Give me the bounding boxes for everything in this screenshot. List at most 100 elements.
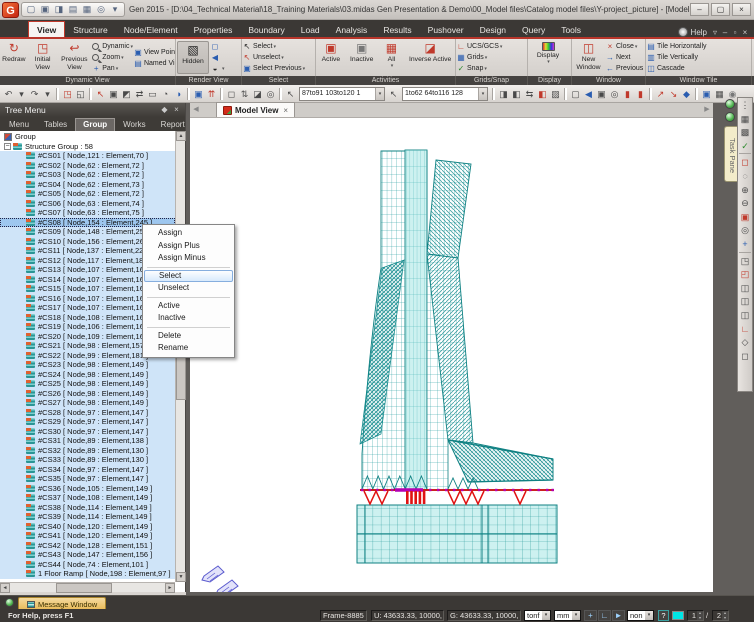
tree-tab[interactable]: Report — [154, 119, 192, 131]
ribbon-tab[interactable]: Load — [293, 22, 328, 37]
context-menu-item[interactable]: Select — [144, 270, 233, 283]
minimize-button[interactable]: – — [690, 3, 709, 16]
zoom-toolbar-icon[interactable]: ✓ — [738, 140, 752, 154]
tree-item[interactable]: #CS39 [ Node,114 : Element,149 ] — [0, 512, 175, 522]
spin-down-icon[interactable]: ▾ — [722, 616, 728, 621]
quick-access-icon[interactable]: ▦ — [80, 4, 94, 15]
toolbar-icon[interactable]: ◎ — [264, 87, 277, 101]
length-unit-select[interactable]: mm ▾ — [554, 610, 581, 621]
cascade-button[interactable]: ◫Cascade — [646, 63, 750, 74]
tree-tab[interactable]: Tables — [37, 119, 74, 131]
tree-structure-group[interactable]: − Structure Group : 58 — [0, 142, 175, 152]
select-previous-button[interactable]: ▣Select Previous▾ — [242, 63, 314, 74]
zoom-toolbar-icon[interactable]: ◫ — [738, 295, 752, 309]
zoom-toolbar-icon[interactable]: ◻ — [738, 350, 752, 364]
tree-tab[interactable]: Works — [116, 119, 153, 131]
toolbar-icon[interactable]: ◧ — [510, 87, 523, 101]
toolbar-icon[interactable] — [220, 88, 223, 100]
ribbon-control-icon[interactable]: ▫ — [730, 28, 740, 37]
zoom-toolbar-icon[interactable]: ◫ — [738, 282, 752, 296]
tree-item[interactable]: #CS34 [ Node,97 : Element,147 ] — [0, 465, 175, 475]
status-help-button[interactable]: ? — [658, 610, 669, 621]
tree-item[interactable]: 1 Floor Ramp [ Node,198 : Element,97 ] — [0, 569, 175, 579]
collapse-icon[interactable]: − — [4, 143, 11, 150]
toolbar-icon[interactable]: ◎ — [608, 87, 621, 101]
context-menu-item[interactable]: Rename — [144, 342, 233, 355]
context-menu-item[interactable]: Unselect — [144, 282, 233, 295]
context-menu-item[interactable]: Assign — [144, 227, 233, 240]
close-window-button[interactable]: ×Close▾ — [605, 41, 645, 52]
tree-horizontal-scrollbar[interactable]: ◄ ► — [0, 582, 175, 592]
toolbar-icon[interactable]: ◔ — [159, 87, 172, 101]
ribbon-tab[interactable]: Results — [375, 22, 419, 37]
quick-access-icon[interactable]: ▤ — [66, 4, 80, 15]
zoom-toolbar-icon[interactable]: + — [738, 238, 752, 252]
pin-icon[interactable]: ◆ — [160, 103, 169, 117]
tab-close-icon[interactable]: × — [283, 106, 288, 115]
context-menu-item[interactable]: Active — [144, 300, 233, 313]
element-selection-combo[interactable]: 1to62 64to116 128 ▾ — [402, 87, 488, 101]
help-label[interactable]: Help — [691, 28, 707, 37]
toolbar-icon[interactable]: ↘ — [667, 87, 680, 101]
context-menu-item[interactable] — [144, 295, 233, 300]
tree-item[interactable]: #CS29 [ Node,97 : Element,147 ] — [0, 417, 175, 427]
zoom-toolbar-icon[interactable]: ∟ — [738, 323, 752, 337]
toolbar-icon[interactable]: ↖ — [94, 87, 107, 101]
toolbar-icon[interactable]: ▣ — [107, 87, 120, 101]
scroll-left-icon[interactable]: ◄ — [0, 583, 10, 593]
tree-tab[interactable]: Group — [75, 118, 115, 131]
context-menu-item[interactable]: Assign Minus — [144, 252, 233, 265]
previous-window-button[interactable]: ←Previous — [605, 63, 645, 74]
total-pages-spinner[interactable]: 2 ▴▾ — [712, 610, 729, 621]
ribbon-tab[interactable]: Structure — [65, 22, 116, 37]
context-menu-item[interactable] — [144, 325, 233, 330]
tree-item[interactable]: #CS33 [ Node,89 : Element,130 ] — [0, 455, 175, 465]
scrollbar-thumb[interactable] — [56, 583, 112, 593]
view-point-button[interactable]: ▣View Point▾ — [133, 47, 175, 58]
zoom-toolbar-icon[interactable]: ◫ — [738, 309, 752, 323]
toolbar-icon[interactable]: ◻ — [225, 87, 238, 101]
active-button[interactable]: ▣ Active — [316, 40, 346, 75]
zoom-toolbar-icon[interactable]: ◇ — [738, 336, 752, 350]
tree-item[interactable]: #CS41 [ Node,120 : Element,149 ] — [0, 531, 175, 541]
tree-item[interactable]: #CS37 [ Node,108 : Element,149 ] — [0, 493, 175, 503]
toolbar-icon[interactable]: ▾ — [15, 87, 28, 101]
toolbar-icon[interactable]: ▣ — [700, 87, 713, 101]
toolbar-icon[interactable]: ↶ — [2, 87, 15, 101]
zoom-toolbar-icon[interactable]: ▩ — [738, 126, 752, 140]
toolbar-icon[interactable]: ▣ — [192, 87, 205, 101]
zoom-toolbar-icon[interactable]: ◌ — [738, 170, 752, 184]
named-view-button[interactable]: ▤Named View — [133, 58, 175, 69]
toolbar-icon[interactable]: ◆ — [680, 87, 693, 101]
toolbar-icon[interactable]: ◩ — [120, 87, 133, 101]
tile-horizontally-button[interactable]: ▤Tile Horizontally — [646, 41, 750, 52]
toolbar-icon[interactable]: ⇆ — [523, 87, 536, 101]
hidden-button[interactable]: ▧ Hidden — [177, 41, 209, 74]
toolbar-icon[interactable]: ⇄ — [133, 87, 146, 101]
force-unit-select[interactable]: tonf ▾ — [524, 610, 551, 621]
zoom-toolbar-icon[interactable]: ⊖ — [738, 197, 752, 211]
quick-access-icon[interactable]: ▣ — [38, 4, 52, 15]
ribbon-tab[interactable]: Properties — [186, 22, 241, 37]
quick-access-icon[interactable]: ▾ — [108, 4, 122, 15]
tree-item[interactable]: #CS27 [ Node,98 : Element,149 ] — [0, 398, 175, 408]
gear-icon[interactable] — [678, 27, 688, 37]
toolbar-icon[interactable]: ◳ — [61, 87, 74, 101]
ribbon-tab[interactable]: Query — [514, 22, 553, 37]
toolbar-icon[interactable]: ▢ — [569, 87, 582, 101]
quick-access-icon[interactable]: ◎ — [94, 4, 108, 15]
toolbar-icon[interactable] — [56, 88, 59, 100]
snap-button[interactable]: ✓Snap▾ — [456, 63, 526, 74]
toolbar-icon[interactable] — [89, 88, 92, 100]
redraw-button[interactable]: ↻ Redraw — [0, 40, 28, 75]
tab-scroll-right-icon[interactable]: ▶ — [701, 103, 713, 117]
render-option-button[interactable]: ◒▾ — [210, 63, 238, 74]
zoom-toolbar-icon[interactable]: ⋮ — [738, 99, 752, 113]
tab-scroll-left-icon[interactable]: ◀ — [190, 103, 202, 117]
tree-item[interactable]: #CS02 [ Node,62 : Element,72 ] — [0, 161, 175, 171]
tree-item[interactable]: #CS01 [ Node,121 : Element,70 ] — [0, 151, 175, 161]
toolbar-icon[interactable]: ↷ — [28, 87, 41, 101]
toolbar-icon[interactable]: ◪ — [251, 87, 264, 101]
unselect-button[interactable]: ↖Unselect▾ — [242, 52, 314, 63]
close-button[interactable]: × — [732, 3, 751, 16]
